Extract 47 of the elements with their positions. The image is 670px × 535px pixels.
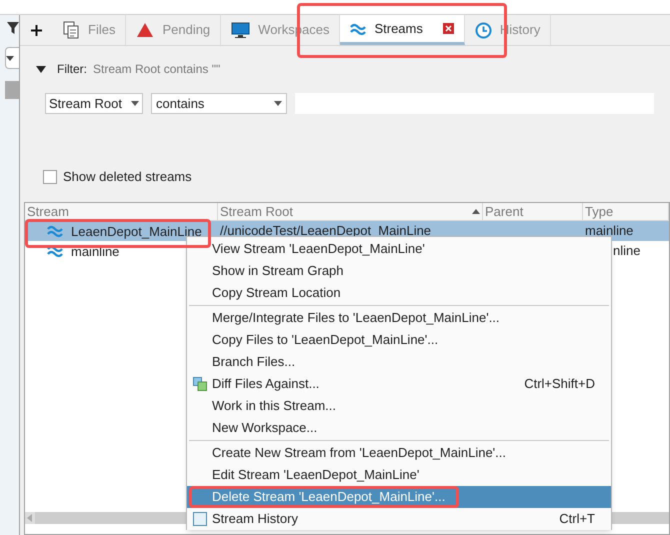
column-header[interactable]: Type [583, 203, 669, 220]
waves-icon [47, 224, 63, 238]
column-header[interactable]: Stream Root [218, 203, 483, 220]
menu-item[interactable]: Create New Stream from 'LeaenDepot_MainLine'... [187, 442, 611, 464]
waves-icon [350, 22, 366, 36]
caret-icon [274, 101, 282, 106]
filter-summary: Stream Root contains "" [93, 61, 220, 78]
menu-item[interactable]: Branch Files... [187, 351, 611, 373]
menu-item[interactable]: Diff Files Against... Ctrl+Shift+D [187, 373, 611, 395]
filter-icon[interactable] [7, 21, 19, 35]
diff-icon [193, 377, 207, 391]
caret-icon [6, 56, 14, 60]
dropdown[interactable] [5, 47, 19, 69]
filter-label: Filter: [57, 61, 87, 78]
menu-item[interactable]: Work in this Stream... [187, 395, 611, 417]
documents-icon [63, 21, 80, 39]
menu-item[interactable]: Copy Files to 'LeaenDepot_MainLine'... [187, 329, 611, 351]
field-dropdown[interactable]: Stream Root [45, 93, 143, 114]
checkbox-label: Show deleted streams [63, 168, 192, 186]
operator-dropdown[interactable]: contains [151, 93, 287, 114]
triangle-icon [136, 22, 154, 38]
plus-icon[interactable] [30, 24, 43, 36]
menu-item[interactable]: View Stream 'LeaenDepot_MainLine' [187, 238, 611, 260]
table-cell: mainline [71, 244, 120, 258]
menu-item[interactable]: New Workspace... [187, 417, 611, 439]
menu-item[interactable]: Edit Stream 'LeaenDepot_MainLine' [187, 464, 611, 486]
shortcut-label: Ctrl+T [559, 510, 595, 528]
sort-icon [472, 209, 480, 214]
table-cell: mainline [585, 223, 634, 238]
monitor-icon [231, 22, 250, 38]
table-cell: //unicodeTest/LeaenDepot_MainLine [220, 223, 432, 238]
collapse-icon[interactable] [36, 66, 46, 72]
shortcut-label: Ctrl+Shift+D [524, 375, 595, 394]
checkbox[interactable] [43, 170, 57, 184]
menu-item[interactable]: Copy Stream Location [187, 282, 611, 304]
menu-item[interactable]: Show in Stream Graph [187, 260, 611, 282]
table-cell: nline [613, 243, 640, 258]
menu-item[interactable]: Stream History Ctrl+T [187, 508, 611, 530]
column-header[interactable]: Stream [25, 203, 218, 220]
close-icon[interactable] [442, 23, 454, 34]
tab[interactable]: Streams [340, 15, 465, 45]
column-header[interactable]: Parent [483, 203, 583, 220]
clock-icon [474, 22, 492, 38]
history-icon [193, 512, 207, 526]
caret-icon [131, 101, 139, 106]
menu-item[interactable]: Merge/Integrate Files to 'LeaenDepot_MainLine'... [187, 307, 611, 329]
table-cell: LeaenDepot_MainLine [71, 224, 202, 238]
